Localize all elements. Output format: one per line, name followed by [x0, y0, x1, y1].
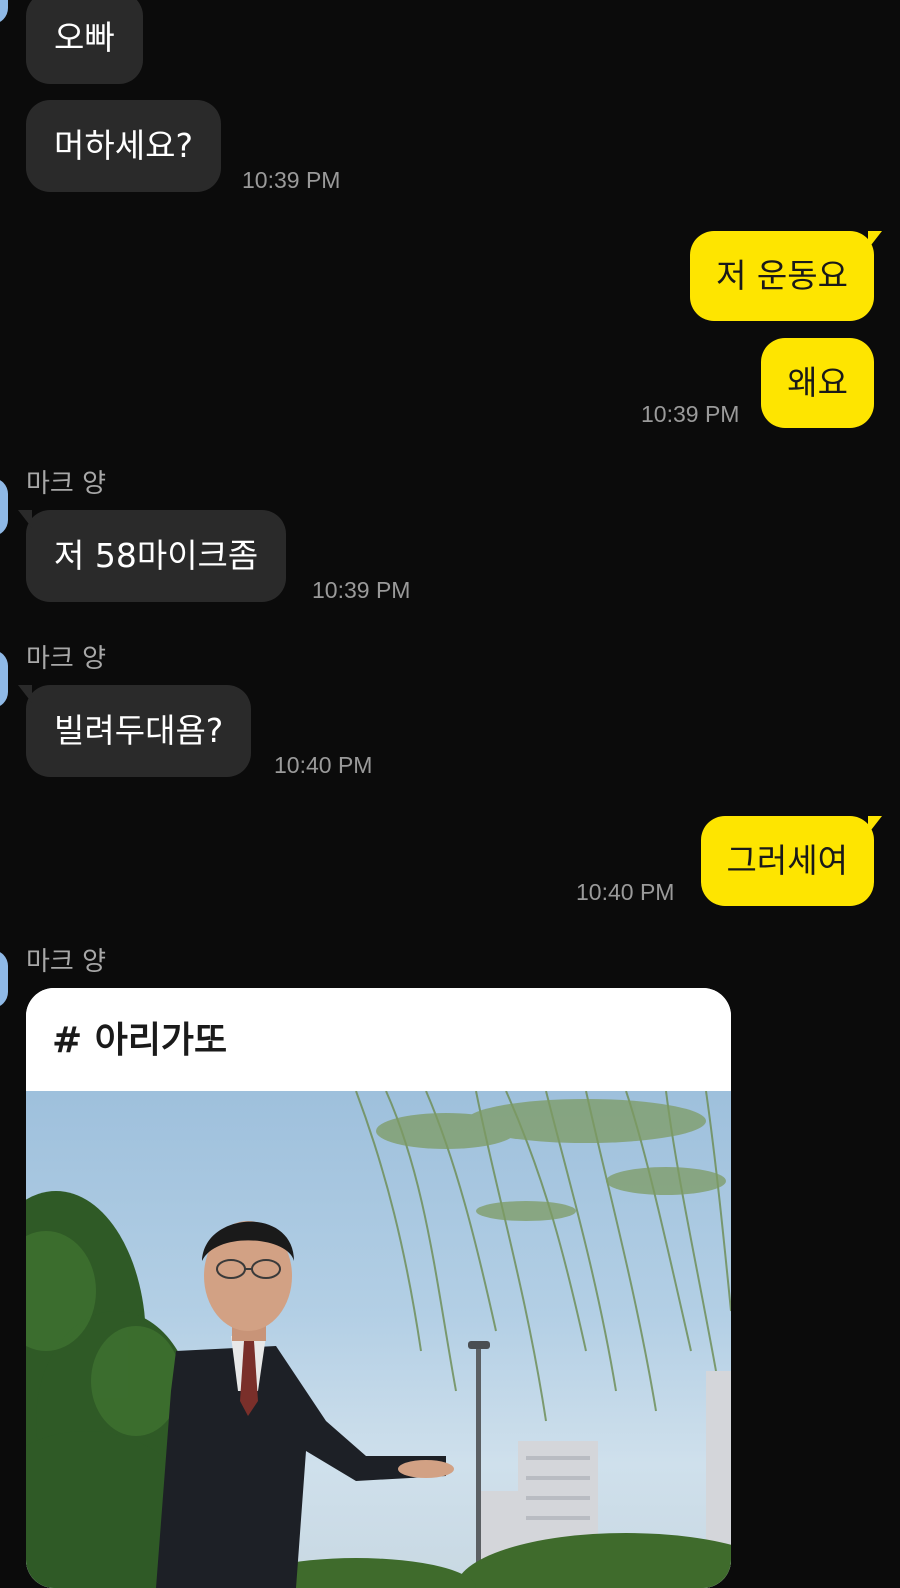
message-timestamp: 10:39 PM	[242, 167, 341, 193]
incoming-message-bubble[interactable]: 빌려두대욤?	[18, 685, 252, 777]
photo-illustration	[26, 1091, 731, 1588]
message-timestamp: 10:39 PM	[641, 401, 740, 427]
message-timestamp: 10:40 PM	[576, 879, 675, 905]
message-text: 그러세여	[726, 841, 848, 880]
avatar[interactable]	[0, 0, 8, 24]
bubble-tail	[868, 231, 882, 249]
incoming-message-bubble[interactable]: 오빠	[26, 0, 143, 84]
message-text: 왜요	[787, 363, 848, 402]
card-title: # 아리가또	[26, 988, 731, 1091]
bubble-tail	[868, 816, 882, 834]
message-timestamp: 10:40 PM	[274, 752, 373, 778]
bubble-tail	[18, 510, 32, 528]
outgoing-message-bubble[interactable]: 왜요	[761, 338, 874, 428]
message-text: 저 58마이크좀	[54, 536, 259, 575]
message-text: 빌려두대욤?	[54, 711, 224, 750]
message-text: 머하세요?	[54, 126, 193, 165]
message-text: 오빠	[54, 18, 115, 57]
sender-name: 마크 양	[26, 947, 107, 977]
bubble-tail	[18, 685, 32, 703]
outgoing-message-bubble[interactable]: 그러세여	[700, 816, 882, 906]
message-timestamp: 10:39 PM	[312, 577, 411, 603]
sender-name: 마크 양	[26, 644, 107, 674]
avatar[interactable]	[0, 950, 8, 1008]
outgoing-message-bubble[interactable]: 저 운동요	[690, 231, 882, 321]
message-text: 저 운동요	[716, 256, 848, 295]
incoming-message-bubble[interactable]: 저 58마이크좀	[18, 510, 287, 602]
incoming-message-bubble[interactable]: 머하세요?	[26, 100, 221, 192]
image-card-message[interactable]: # 아리가또	[26, 988, 731, 1588]
avatar[interactable]	[0, 478, 8, 536]
sender-name: 마크 양	[26, 469, 107, 499]
avatar[interactable]	[0, 650, 8, 708]
card-image[interactable]	[26, 1091, 731, 1588]
